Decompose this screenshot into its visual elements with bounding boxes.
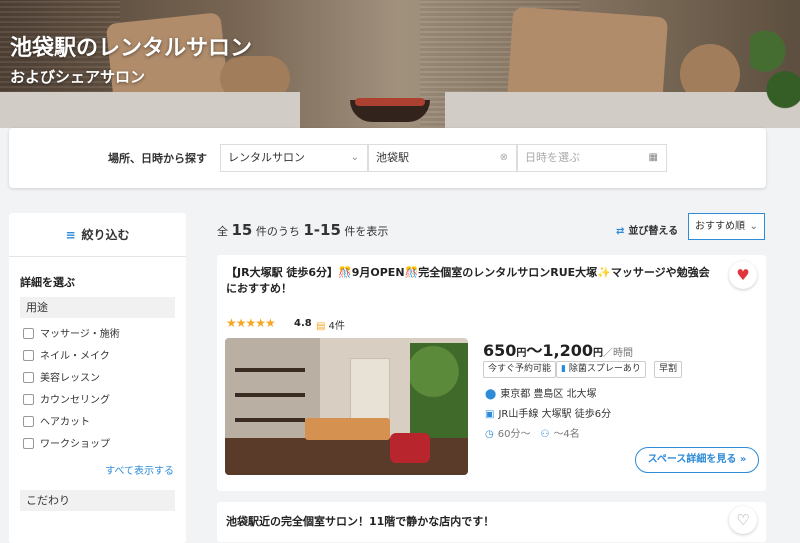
- search-label: 場所、日時から探す: [108, 152, 207, 165]
- show-all-link[interactable]: すべて表示する: [105, 462, 174, 477]
- rating-value: 4.8: [294, 318, 312, 329]
- date-placeholder: 日時を選ぶ: [525, 151, 580, 164]
- star-rating-icon: ★★★★★: [226, 316, 276, 330]
- chevron-right-icon: »: [739, 454, 747, 465]
- results-area: 全 15 件のうち 1-15 件を表示 ⇄ 並び替える おすすめ順 ⌄ 【JR大塚…: [186, 188, 800, 542]
- listing-card[interactable]: 池袋駅近の完全個室サロン！11階で静かな店内です！ ♡: [217, 502, 766, 542]
- purpose-option[interactable]: ネイル・メイク: [23, 350, 110, 364]
- refine-button[interactable]: ≡ 絞り込む: [9, 213, 186, 257]
- chevron-down-icon: ⌄: [749, 221, 758, 232]
- page-title: 池袋駅のレンタルサロン: [10, 36, 253, 61]
- tag-badge: 早割: [654, 361, 683, 378]
- listing-price: 650円〜1,200円／時間: [483, 341, 634, 360]
- purpose-option[interactable]: カウンセリング: [23, 394, 110, 408]
- hero-banner: 池袋駅のレンタルサロン およびシェアサロン: [0, 0, 800, 128]
- map-pin-icon: ⬤: [485, 389, 497, 400]
- train-icon: ▣: [485, 409, 495, 420]
- checkbox[interactable]: [23, 438, 34, 449]
- checkbox[interactable]: [23, 394, 34, 405]
- sort-icon: ⇄: [616, 226, 625, 237]
- location-input[interactable]: 池袋駅 ⊗: [368, 144, 517, 172]
- filter-sidebar: ≡ 絞り込む 詳細を選ぶ 用途 マッサージ・施術 ネイル・メイク 美容レッスン カ…: [9, 213, 186, 543]
- review-count[interactable]: ▤ 4件: [316, 317, 345, 332]
- result-count: 全 15 件のうち 1-15 件を表示: [217, 221, 389, 239]
- filter-icon: ≡: [65, 228, 76, 242]
- clock-icon: ◷: [485, 429, 494, 440]
- favorite-heart-icon[interactable]: ♥: [729, 261, 757, 289]
- calendar-icon: ▦: [648, 152, 658, 163]
- search-panel: 場所、日時から探す レンタルサロン ⌄ 池袋駅 ⊗ 日時を選ぶ ▦: [9, 128, 766, 188]
- people-icon: ⚇: [540, 429, 550, 440]
- details-heading: 詳細を選ぶ: [20, 276, 75, 289]
- checkbox[interactable]: [23, 416, 34, 427]
- tag-badge: 今すぐ予約可能: [483, 361, 557, 378]
- purpose-option[interactable]: ワークショップ: [23, 438, 110, 452]
- tag-badge: ▮ 除菌スプレーあり: [556, 361, 646, 378]
- checkbox[interactable]: [23, 350, 34, 361]
- refine-label: 絞り込む: [81, 228, 130, 242]
- listing-access: ▣ JR山手線 大塚駅 徒歩6分: [485, 409, 612, 420]
- spray-icon: ▮: [561, 364, 569, 374]
- location-value: 池袋駅: [376, 151, 409, 164]
- features-heading: こだわり: [20, 490, 175, 511]
- checkbox[interactable]: [23, 328, 34, 339]
- sort-value: おすすめ順: [695, 221, 745, 232]
- sort-label: ⇄ 並び替える: [616, 226, 679, 237]
- listing-title[interactable]: 【JR大塚駅 徒歩6分】🎊9月OPEN🎊完全個室のレンタルサロンRUE大塚✨マッ…: [226, 265, 714, 297]
- purpose-heading: 用途: [20, 297, 175, 318]
- listing-address: ⬤ 東京都 豊島区 北大塚: [485, 389, 597, 400]
- purpose-option[interactable]: ヘアカット: [23, 416, 90, 430]
- category-select[interactable]: レンタルサロン ⌄: [220, 144, 368, 172]
- listing-title[interactable]: 池袋駅近の完全個室サロン！11階で静かな店内です！: [226, 513, 494, 529]
- chevron-down-icon: ⌄: [350, 152, 359, 163]
- detail-button[interactable]: スペース詳細を見る »: [635, 447, 759, 473]
- category-value: レンタルサロン: [228, 151, 305, 164]
- clear-icon[interactable]: ⊗: [500, 145, 508, 171]
- page-subtitle: およびシェアサロン: [10, 68, 146, 86]
- date-picker[interactable]: 日時を選ぶ ▦: [517, 144, 667, 172]
- listing-photo[interactable]: [225, 338, 468, 475]
- purpose-option[interactable]: 美容レッスン: [23, 372, 100, 386]
- comment-icon: ▤: [316, 321, 326, 332]
- listing-card[interactable]: 【JR大塚駅 徒歩6分】🎊9月OPEN🎊完全個室のレンタルサロンRUE大塚✨マッ…: [217, 255, 766, 491]
- listing-meta: ◷ 60分〜 ⚇ 〜4名: [485, 429, 580, 440]
- purpose-option[interactable]: マッサージ・施術: [23, 328, 120, 342]
- checkbox[interactable]: [23, 372, 34, 383]
- sort-select[interactable]: おすすめ順 ⌄: [688, 213, 765, 240]
- favorite-heart-icon[interactable]: ♡: [729, 506, 757, 534]
